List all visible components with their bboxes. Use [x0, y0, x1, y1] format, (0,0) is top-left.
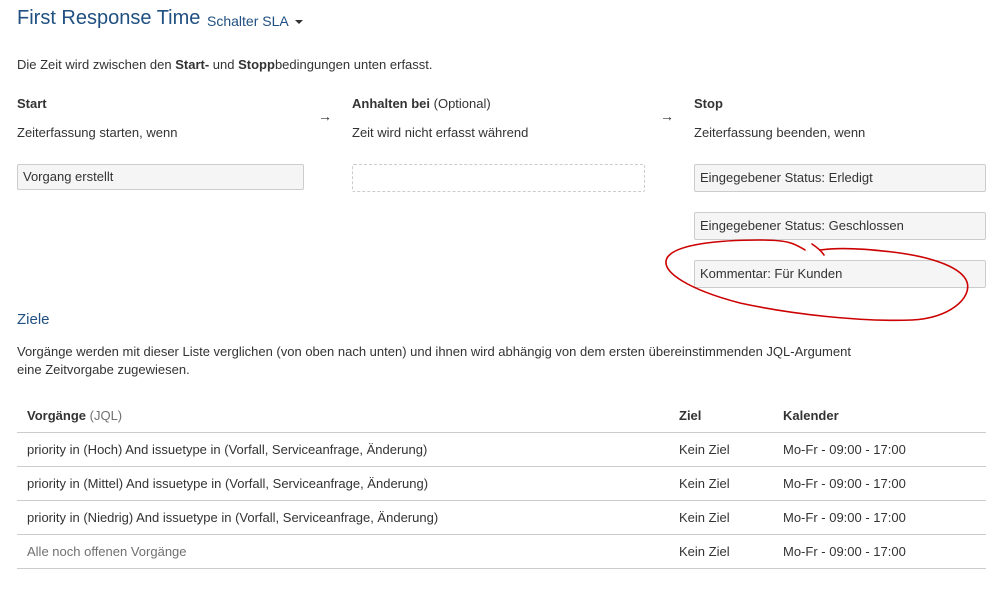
stop-subheading: Zeiterfassung beenden, wenn [694, 125, 866, 140]
table-row[interactable]: Alle noch offenen Vorgänge Kein Ziel Mo-… [17, 534, 986, 569]
table-row[interactable]: priority in (Niedrig) And issuetype in (… [17, 500, 986, 535]
row-jql: priority in (Hoch) And issuetype in (Vor… [17, 432, 669, 467]
row-goal: Kein Ziel [669, 432, 773, 467]
stop-condition-geschlossen[interactable]: Eingegebener Status: Geschlossen [694, 212, 986, 240]
row-goal: Kein Ziel [669, 466, 773, 501]
intro-text: Die Zeit wird zwischen den Start- und St… [17, 57, 433, 72]
row-jql: Alle noch offenen Vorgänge [17, 534, 669, 569]
stop-condition-kommentar[interactable]: Kommentar: Für Kunden [694, 260, 986, 288]
row-goal: Kein Ziel [669, 500, 773, 535]
intro-stop-word: Stopp [238, 57, 275, 72]
intro-suffix: bedingungen unten erfasst. [274, 57, 433, 72]
goals-title: Ziele [17, 311, 50, 328]
table-header-row: Vorgänge (JQL) Ziel Kalender [17, 399, 986, 433]
arrow-right-icon: → [660, 108, 674, 124]
table-row[interactable]: priority in (Hoch) And issuetype in (Vor… [17, 432, 986, 467]
row-calendar: Mo-Fr - 09:00 - 17:00 [773, 466, 986, 501]
stop-condition-erledigt[interactable]: Eingegebener Status: Erledigt [694, 164, 986, 192]
row-jql: priority in (Mittel) And issuetype in (V… [17, 466, 669, 501]
row-calendar: Mo-Fr - 09:00 - 17:00 [773, 534, 986, 569]
intro-start-word: Start- [175, 57, 210, 72]
page-title: First Response Time [17, 7, 201, 29]
stop-heading: Stop [694, 96, 723, 111]
arrow-right-icon: → [318, 108, 332, 124]
sla-selector-label: Schalter SLA [207, 13, 289, 29]
column-header-goal: Ziel [669, 399, 773, 433]
caret-down-icon [294, 20, 303, 24]
goals-table: Vorgänge (JQL) Ziel Kalender priority in… [17, 399, 986, 569]
column-header-calendar: Kalender [773, 399, 986, 433]
pause-heading-optional: (Optional) [433, 96, 491, 111]
table-row[interactable]: priority in (Mittel) And issuetype in (V… [17, 466, 986, 501]
column-header-issues: Vorgänge (JQL) [17, 399, 669, 433]
pause-condition-dropzone[interactable] [352, 164, 645, 192]
goals-description: Vorgänge werden mit dieser Liste verglic… [17, 344, 851, 377]
pause-subheading: Zeit wird nicht erfasst während [352, 125, 529, 140]
column-header-issues-label: Vorgänge [27, 408, 86, 423]
stop-heading-label: Stop [694, 96, 723, 111]
intro-prefix: Die Zeit wird zwischen den [17, 57, 176, 72]
pause-heading-label: Anhalten bei [352, 96, 431, 111]
row-jql: priority in (Niedrig) And issuetype in (… [17, 500, 669, 535]
start-subheading: Zeiterfassung starten, wenn [17, 125, 178, 140]
intro-middle: und [209, 57, 239, 72]
row-calendar: Mo-Fr - 09:00 - 17:00 [773, 500, 986, 535]
column-header-issues-suffix: (JQL) [89, 408, 123, 423]
row-calendar: Mo-Fr - 09:00 - 17:00 [773, 432, 986, 467]
start-heading: Start [17, 96, 47, 111]
sla-selector-dropdown[interactable]: Schalter SLA [207, 13, 303, 29]
start-condition-vorgang-erstellt[interactable]: Vorgang erstellt [17, 164, 304, 190]
start-heading-label: Start [17, 96, 47, 111]
pause-heading: Anhalten bei (Optional) [352, 96, 491, 111]
row-goal: Kein Ziel [669, 534, 773, 569]
